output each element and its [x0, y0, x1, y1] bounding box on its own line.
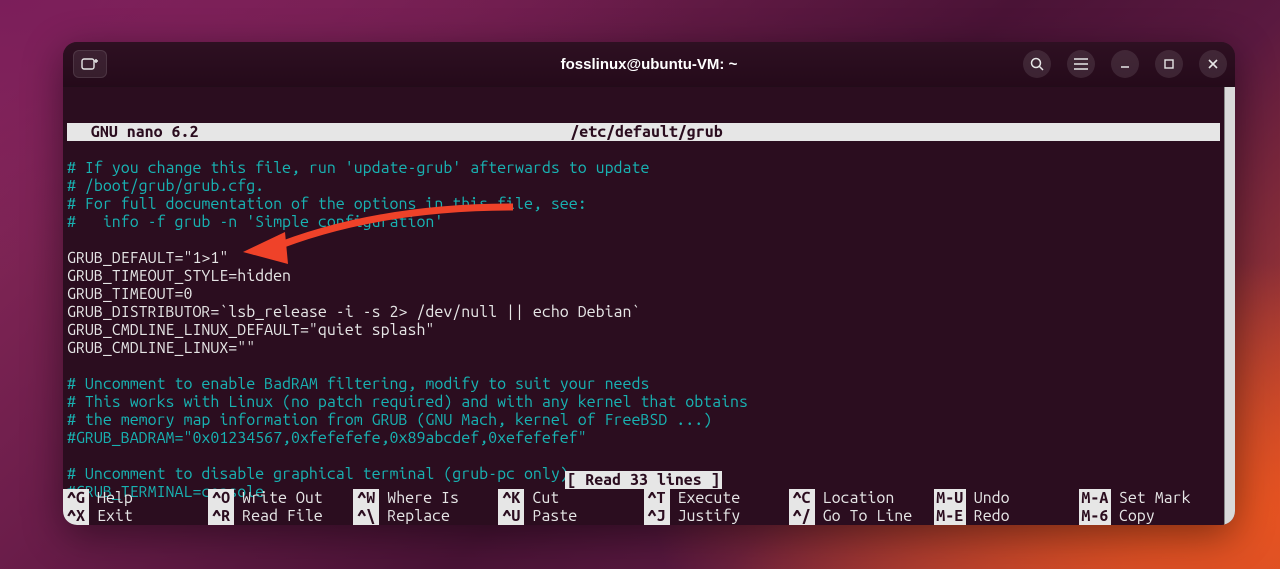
shortcut-label: Paste	[532, 507, 577, 525]
shortcut-item: ^J Justify	[644, 507, 789, 525]
shortcut-label: Location	[823, 489, 895, 507]
file-line: GRUB_CMDLINE_LINUX=""	[67, 339, 255, 357]
new-tab-button[interactable]	[73, 50, 107, 78]
file-line: # This works with Linux (no patch requir…	[67, 393, 748, 411]
file-line: GRUB_CMDLINE_LINUX_DEFAULT="quiet splash…	[67, 321, 434, 339]
shortcut-item: ^R Read File	[208, 507, 353, 525]
menu-button[interactable]	[1067, 50, 1095, 78]
file-line: GRUB_DISTRIBUTOR=`lsb_release -i -s 2> /…	[67, 303, 640, 321]
terminal-window: fosslinux@ubuntu-VM: ~	[63, 42, 1235, 525]
shortcut-key: M-U	[934, 489, 966, 507]
shortcut-label: Replace	[387, 507, 450, 525]
shortcut-label: Set Mark	[1119, 489, 1191, 507]
shortcut-item: M-U Undo	[934, 489, 1079, 507]
shortcut-label: Write Out	[242, 489, 323, 507]
shortcut-key: M-A	[1079, 489, 1111, 507]
file-line: GRUB_TIMEOUT_STYLE=hidden	[67, 267, 291, 285]
shortcut-key: ^U	[498, 507, 524, 525]
file-line: # For full documentation of the options …	[67, 195, 587, 213]
shortcut-item: ^X Exit	[63, 507, 208, 525]
shortcut-key: ^X	[63, 507, 89, 525]
file-line: # If you change this file, run 'update-g…	[67, 159, 649, 177]
shortcut-key: ^R	[208, 507, 234, 525]
shortcut-key: M-6	[1079, 507, 1111, 525]
close-icon	[1207, 58, 1219, 70]
minimize-icon	[1119, 58, 1131, 70]
maximize-button[interactable]	[1155, 50, 1183, 78]
shortcut-key: ^G	[63, 489, 89, 507]
file-line: # Uncomment to enable BadRAM filtering, …	[67, 375, 649, 393]
shortcut-key: ^C	[789, 489, 815, 507]
shortcut-label: Go To Line	[823, 507, 913, 525]
nano-filename: /etc/default/grub	[455, 123, 837, 141]
shortcut-key: ^T	[644, 489, 670, 507]
search-icon	[1029, 56, 1045, 72]
shortcut-item: ^W Where Is	[353, 489, 498, 507]
maximize-icon	[1163, 58, 1175, 70]
terminal-scrollbar[interactable]	[1224, 87, 1235, 525]
titlebar: fosslinux@ubuntu-VM: ~	[63, 42, 1235, 87]
terminal-viewport[interactable]: GNU nano 6.2 /etc/default/grub # If you …	[63, 87, 1224, 525]
new-tab-icon	[81, 57, 99, 71]
shortcut-item: ^C Location	[789, 489, 934, 507]
search-button[interactable]	[1023, 50, 1051, 78]
shortcut-item: M-E Redo	[934, 507, 1079, 525]
shortcut-item: M-A Set Mark	[1079, 489, 1224, 507]
shortcut-label: Copy	[1119, 507, 1155, 525]
shortcut-item: ^U Paste	[498, 507, 643, 525]
shortcut-label: Justify	[678, 507, 741, 525]
shortcut-key: M-E	[934, 507, 966, 525]
file-line: # info -f grub -n 'Simple configuration'	[67, 213, 443, 231]
close-button[interactable]	[1199, 50, 1227, 78]
shortcut-key: ^J	[644, 507, 670, 525]
shortcut-label: Help	[97, 489, 133, 507]
file-line: GRUB_DEFAULT="1>1"	[67, 249, 228, 267]
minimize-button[interactable]	[1111, 50, 1139, 78]
shortcut-key: ^W	[353, 489, 379, 507]
file-line: # the memory map information from GRUB (…	[67, 411, 712, 429]
shortcut-label: Execute	[678, 489, 741, 507]
nano-header: GNU nano 6.2 /etc/default/grub	[67, 123, 1220, 141]
shortcut-item: ^/ Go To Line	[789, 507, 934, 525]
shortcut-label: Where Is	[387, 489, 459, 507]
shortcut-key: ^K	[498, 489, 524, 507]
shortcut-item: ^O Write Out	[208, 489, 353, 507]
shortcut-label: Exit	[97, 507, 133, 525]
shortcut-key: ^/	[789, 507, 815, 525]
shortcut-label: Read File	[242, 507, 323, 525]
shortcut-label: Undo	[974, 489, 1010, 507]
file-line: # /boot/grub/grub.cfg.	[67, 177, 264, 195]
file-line: #GRUB_BADRAM="0x01234567,0xfefefefe,0x89…	[67, 429, 587, 447]
shortcut-item: ^\ Replace	[353, 507, 498, 525]
shortcut-label: Redo	[974, 507, 1010, 525]
file-line: GRUB_TIMEOUT=0	[67, 285, 192, 303]
shortcut-item: ^T Execute	[644, 489, 789, 507]
nano-app-name: GNU nano 6.2	[67, 123, 455, 141]
hamburger-icon	[1074, 58, 1088, 70]
shortcut-key: ^O	[208, 489, 234, 507]
shortcut-key: ^\	[353, 507, 379, 525]
shortcut-item: M-6 Copy	[1079, 507, 1224, 525]
nano-status: [ Read 33 lines ]	[63, 471, 1224, 489]
shortcut-item: ^G Help	[63, 489, 208, 507]
shortcut-label: Cut	[532, 489, 559, 507]
nano-shortcuts: ^G Help ^O Write Out ^W Where Is ^K Cut ^T Execut…	[63, 489, 1224, 525]
shortcut-item: ^K Cut	[498, 489, 643, 507]
